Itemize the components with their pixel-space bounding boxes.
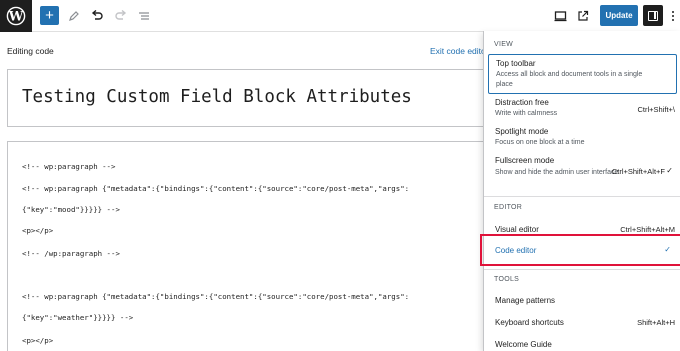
view-button[interactable] <box>550 6 570 26</box>
menu-item-welcome-guide[interactable]: Welcome Guide <box>488 338 677 351</box>
post-title-field[interactable]: Testing Custom Field Block Attributes <box>7 69 497 127</box>
menu-item-label: Visual editor <box>495 225 539 234</box>
list-view-icon <box>139 12 149 20</box>
pencil-icon <box>69 11 79 21</box>
add-block-button[interactable]: + <box>40 6 59 25</box>
preview-button[interactable] <box>573 6 593 26</box>
tools-button[interactable] <box>64 6 84 26</box>
menu-item-label: Top toolbar <box>496 59 536 68</box>
menu-divider <box>484 196 680 197</box>
options-menu: VIEW Top toolbar Access all block and do… <box>483 31 680 351</box>
code-editor-textarea[interactable]: <!-- wp:paragraph --> <!-- wp:paragraph … <box>7 141 497 351</box>
external-link-icon <box>578 10 589 21</box>
redo-button[interactable] <box>111 6 131 26</box>
code-line: <!-- /wp:paragraph --> <box>22 249 120 258</box>
menu-item-fullscreen-mode[interactable]: Fullscreen mode Show and hide the admin … <box>488 155 677 191</box>
code-line: {"key":"weather"}}}}} --> <box>22 313 134 322</box>
menu-item-keyboard-shortcuts[interactable]: Keyboard shortcuts Shift+Alt+H <box>488 316 677 332</box>
code-line: <!-- wp:paragraph {"metadata":{"bindings… <box>22 292 410 301</box>
plus-icon: + <box>45 7 54 24</box>
settings-button[interactable] <box>643 5 663 26</box>
editor-section-title: EDITOR <box>494 204 523 211</box>
menu-item-distraction-free[interactable]: Distraction free Write with calmness Ctr… <box>488 97 677 123</box>
tools-section-title: TOOLS <box>494 276 520 283</box>
more-vertical-icon <box>672 11 674 21</box>
menu-item-spotlight-mode[interactable]: Spotlight mode Focus on one block at a t… <box>488 126 677 152</box>
menu-item-label: Keyboard shortcuts <box>495 318 564 327</box>
menu-item-shortcut: Ctrl+Shift+Alt+F <box>611 167 665 176</box>
view-section-title: VIEW <box>494 41 514 48</box>
wordpress-logo-icon[interactable]: W <box>0 0 32 32</box>
menu-item-label: Spotlight mode <box>495 127 549 136</box>
code-line: <p></p> <box>22 226 54 235</box>
document-overview-button[interactable] <box>134 6 154 26</box>
code-line: <p></p> <box>22 336 54 345</box>
menu-divider <box>484 269 680 270</box>
code-line: <!-- wp:paragraph {"metadata":{"bindings… <box>22 184 410 193</box>
options-button[interactable] <box>668 6 678 26</box>
update-button[interactable]: Update <box>600 5 638 26</box>
menu-item-label: Welcome Guide <box>495 340 552 349</box>
code-line: <!-- wp:paragraph --> <box>22 162 116 171</box>
top-toolbar: W + Update <box>0 0 680 32</box>
menu-item-manage-patterns[interactable]: Manage patterns <box>488 294 677 310</box>
menu-item-label: Fullscreen mode <box>495 156 555 165</box>
editing-code-label: Editing code <box>7 46 54 56</box>
menu-item-label: Manage patterns <box>495 296 556 305</box>
menu-item-top-toolbar[interactable]: Top toolbar Access all block and documen… <box>488 54 677 94</box>
menu-item-shortcut: Shift+Alt+H <box>637 318 675 327</box>
svg-text:W: W <box>8 10 24 25</box>
checkmark-icon: ✓ <box>666 166 673 175</box>
menu-item-shortcut: Ctrl+Shift+Alt+M <box>620 225 675 234</box>
menu-item-description: Show and hide the admin user interface <box>495 169 619 176</box>
menu-item-description: Write with calmness <box>495 110 558 117</box>
code-editor-highlight <box>480 234 680 266</box>
desktop-icon <box>554 11 566 22</box>
menu-item-description: Focus on one block at a time <box>495 139 585 146</box>
undo-button[interactable] <box>87 6 107 26</box>
sidebar-toggle-icon <box>648 10 658 21</box>
post-title[interactable]: Testing Custom Field Block Attributes <box>22 87 412 107</box>
menu-item-shortcut: Ctrl+Shift+\ <box>637 105 675 114</box>
undo-icon <box>91 10 103 20</box>
code-line: {"key":"mood"}}}}} --> <box>22 205 120 214</box>
menu-item-label: Distraction free <box>495 98 549 107</box>
exit-code-editor-link[interactable]: Exit code editor <box>430 46 489 56</box>
menu-item-description: Access all block and document tools in a… <box>496 71 643 88</box>
redo-icon <box>115 10 127 20</box>
